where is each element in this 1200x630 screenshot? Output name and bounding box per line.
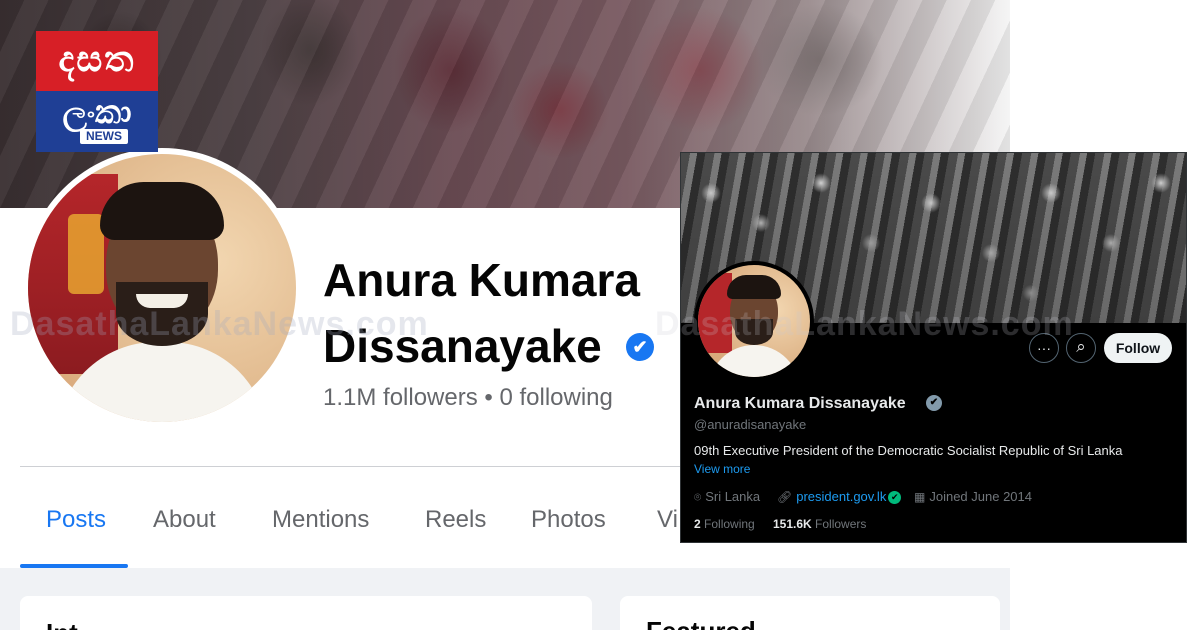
x-followers-stat[interactable]: 151.6K Followers: [773, 517, 866, 531]
featured-card: Featured: [620, 596, 1000, 630]
x-display-name: Anura Kumara Dissanayake: [694, 395, 906, 412]
follow-button[interactable]: Follow: [1104, 333, 1172, 363]
x-location-text: Sri Lanka: [705, 489, 761, 504]
composite-image: Anura Kumara Dissanayake ✔ 1.1M follower…: [0, 0, 1200, 630]
calendar-icon: ▦: [914, 490, 926, 504]
facebook-follower-stats[interactable]: 1.1M followers • 0 following: [323, 384, 613, 412]
x-verified-badge-icon: ✔: [926, 395, 942, 411]
logo-line2: ලංකා: [62, 93, 132, 131]
logo-news-badge: NEWS: [80, 129, 128, 144]
x-following-count: 2: [694, 517, 701, 531]
location-pin-icon: ⌾: [694, 490, 702, 504]
x-location: ⌾ Sri Lanka: [694, 489, 760, 505]
dasatha-lanka-news-logo: දසත ලංකා NEWS: [36, 31, 158, 152]
featured-card-heading: Featured: [646, 616, 756, 630]
x-profile-panel: ··· ⌕ Follow Anura Kumara Dissanayake ✔ …: [680, 152, 1187, 543]
x-website-link[interactable]: president.gov.lk: [796, 489, 886, 504]
x-following-label: Following: [704, 517, 755, 531]
tab-mentions[interactable]: Mentions: [272, 506, 369, 534]
facebook-profile-picture[interactable]: [22, 148, 302, 428]
x-bio: 09th Executive President of the Democrat…: [694, 443, 1123, 458]
link-icon: 🔗︎: [777, 490, 793, 504]
view-more-link[interactable]: View more: [694, 462, 750, 476]
verified-badge-icon: ✔: [626, 333, 654, 361]
x-joined-text: Joined June 2014: [929, 489, 1032, 504]
intro-card: Int: [20, 596, 592, 630]
watermark-left: DasathaLankaNews.com: [10, 305, 429, 343]
tab-photos[interactable]: Photos: [531, 506, 606, 534]
tab-videos[interactable]: Vi: [657, 506, 678, 534]
x-following-stat[interactable]: 2 Following: [694, 517, 755, 531]
x-followers-count: 151.6K: [773, 517, 812, 531]
logo-line1: දසත: [58, 39, 136, 80]
x-followers-label: Followers: [815, 517, 867, 531]
intro-card-heading: Int: [46, 618, 78, 630]
tab-reels[interactable]: Reels: [425, 506, 486, 534]
tab-about[interactable]: About: [153, 506, 216, 534]
x-joined: ▦ Joined June 2014: [914, 489, 1032, 504]
watermark-right: DasathaLankaNews.com: [655, 305, 1074, 343]
x-website[interactable]: 🔗︎ president.gov.lk ✔: [777, 489, 902, 505]
facebook-profile-name-line1: Anura Kumara: [323, 254, 640, 306]
government-badge-icon: ✔: [888, 491, 902, 505]
tab-posts[interactable]: Posts: [46, 506, 106, 534]
divider: [20, 466, 740, 467]
x-handle: @anuradisanayake: [694, 417, 807, 432]
